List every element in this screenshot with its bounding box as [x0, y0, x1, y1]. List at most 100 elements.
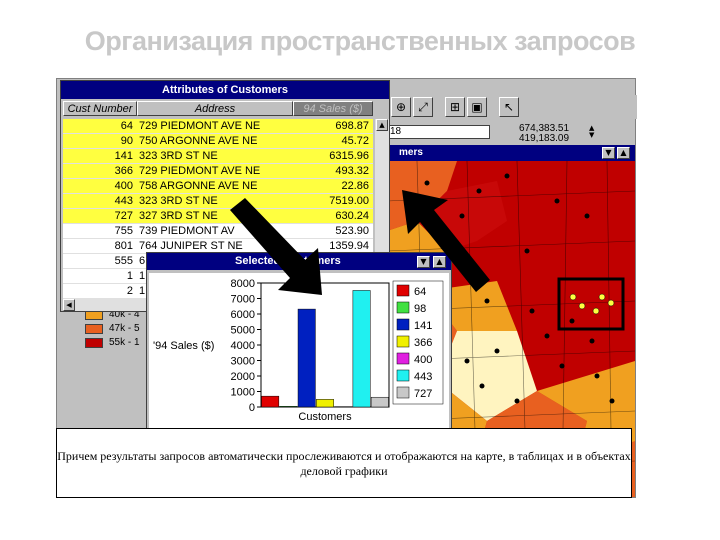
cell-sales: 22.86 [341, 180, 369, 192]
map-legend: 40k - 4 47k - 5 55k - 1 [83, 309, 143, 369]
cell-sales: 523.90 [335, 225, 369, 237]
y-tick-label: 1000 [231, 387, 255, 399]
attributes-window-title: Attributes of Customers [61, 81, 389, 99]
cell-address: 729 PIEDMONT AVE NE [139, 120, 261, 132]
table-row[interactable]: 366 729 PIEDMONT AVE NE 493.32 [63, 164, 373, 179]
scroll-up-icon[interactable]: ▲ [376, 119, 388, 131]
minimize-button[interactable]: ▼ [602, 147, 615, 159]
cell-sales: 6315.96 [329, 150, 369, 162]
y-tick-label: 2000 [231, 371, 255, 383]
table-row[interactable]: 400 758 ARGONNE AVE NE 22.86 [63, 179, 373, 194]
minimize-button[interactable]: ▼ [417, 256, 430, 268]
cell-cust-number: 141 [114, 150, 133, 162]
table-row[interactable]: 727 327 3RD ST NE 630.24 [63, 209, 373, 224]
bar [279, 406, 298, 408]
chart-window: Selected Customers ▼ ▲ 0 1000 2000 3000 4000… [146, 252, 452, 432]
legend-label: 727 [414, 388, 432, 400]
coordinate-arrows-icon: ▲ ▼ [589, 124, 595, 139]
legend-label: 98 [414, 303, 426, 315]
help-pointer-button[interactable]: ↖ [499, 97, 519, 117]
legend-swatch [396, 335, 410, 348]
legend-swatch [396, 284, 410, 297]
cell-cust-number: 90 [120, 135, 133, 147]
cell-sales: 45.72 [341, 135, 369, 147]
cell-cust-number: 400 [114, 180, 133, 192]
legend-swatch [85, 324, 103, 334]
legend-swatch [85, 338, 103, 348]
scroll-left-icon[interactable]: ◀ [63, 299, 75, 311]
cell-sales: 698.87 [335, 120, 369, 132]
table-row[interactable]: 443 323 3RD ST NE 7519.00 [63, 194, 373, 209]
cell-address: 739 PIEDMONT AV [139, 225, 235, 237]
table-row[interactable]: 90 750 ARGONNE AVE NE 45.72 [63, 134, 373, 149]
cell-cust-number: 801 [114, 240, 133, 252]
cell-cust-number: 555 [114, 255, 133, 267]
y-axis-label: '94 Sales ($) [153, 340, 214, 352]
cell-sales: 630.24 [335, 210, 369, 222]
legend-swatch [396, 352, 410, 365]
zoom-in-button[interactable]: ⊕ [391, 97, 411, 117]
legend-label: 400 [414, 354, 432, 366]
y-tick-label: 4000 [231, 340, 255, 352]
cell-address: 750 ARGONNE AVE NE [139, 135, 258, 147]
bar [261, 395, 280, 408]
y-tick-label: 0 [249, 402, 255, 414]
slide-title: Организация пространственных запросов [84, 26, 636, 56]
legend-item: 47k - 5 [83, 323, 143, 335]
y-tick-label: 3000 [231, 356, 255, 368]
legend-label: 141 [414, 320, 432, 332]
y-tick-label: 7000 [231, 294, 255, 306]
cell-sales: 7519.00 [329, 195, 369, 207]
select-features-button[interactable]: ⊞ [445, 97, 465, 117]
table-row[interactable]: 141 323 3RD ST NE 6315.96 [63, 149, 373, 164]
y-tick-label: 8000 [231, 278, 255, 290]
legend-label: 443 [414, 371, 432, 383]
cell-cust-number: 755 [114, 225, 133, 237]
scale-input[interactable]: 18 [387, 125, 490, 139]
maximize-button[interactable]: ▲ [433, 256, 446, 268]
layout-button[interactable]: ▣ [467, 97, 487, 117]
cell-cust-number: 64 [120, 120, 133, 132]
bar [316, 399, 334, 408]
cell-address: 323 3RD ST NE [139, 195, 218, 207]
cell-cust-number: 1 [126, 270, 133, 282]
x-axis-label: Customers [298, 411, 352, 423]
bar [297, 308, 316, 408]
cell-sales: 1359.94 [329, 240, 369, 252]
cell-address: 764 JUNIPER ST NE [139, 240, 243, 252]
cell-cust-number: 727 [114, 210, 133, 222]
legend-swatch [396, 318, 410, 331]
legend-swatch [396, 301, 410, 314]
cell-cust-number: 443 [114, 195, 133, 207]
column-header-address[interactable]: Address [137, 101, 293, 116]
table-row[interactable]: 64 729 PIEDMONT AVE NE 698.87 [63, 119, 373, 134]
cell-address: 327 3RD ST NE [139, 210, 218, 222]
column-header-cust-number[interactable]: Cust Number [63, 101, 137, 116]
coordinate-y: 419,183.09 [519, 133, 570, 144]
legend-label: 366 [414, 337, 432, 349]
bar [370, 396, 389, 408]
chart-window-title: Selected Customers [147, 253, 451, 270]
bar-chart: 0 1000 2000 3000 4000 5000 6000 7000 8000 '94 Sal… [153, 278, 444, 423]
y-tick-label: 5000 [231, 325, 255, 337]
legend-label: 47k - 5 [109, 323, 140, 334]
y-tick-label: 6000 [231, 309, 255, 321]
map-view-title: mers [387, 145, 635, 161]
legend-item: 55k - 1 [83, 337, 143, 349]
cell-address: 323 3RD ST NE [139, 150, 218, 162]
maximize-button[interactable]: ▲ [617, 147, 630, 159]
table-row[interactable]: 755 739 PIEDMONT AV 523.90 [63, 224, 373, 239]
caption-box: Причем результаты запросов автоматически… [56, 428, 632, 498]
column-header-sales[interactable]: 94 Sales ($) [293, 101, 373, 116]
legend-swatch [396, 369, 410, 382]
cell-address: 729 PIEDMONT AVE NE [139, 165, 261, 177]
legend-label: 64 [414, 286, 426, 298]
toolbar: ⊕ ⤢ ⊞ ▣ ↖ [387, 95, 637, 119]
bar [352, 290, 371, 408]
zoom-extent-button[interactable]: ⤢ [413, 97, 433, 117]
legend-label: 55k - 1 [109, 337, 140, 348]
cell-sales: 493.32 [335, 165, 369, 177]
cell-cust-number: 366 [114, 165, 133, 177]
chart-area: 0 1000 2000 3000 4000 5000 6000 7000 8000 '94 Sal… [149, 273, 449, 431]
cell-cust-number: 2 [126, 285, 133, 297]
